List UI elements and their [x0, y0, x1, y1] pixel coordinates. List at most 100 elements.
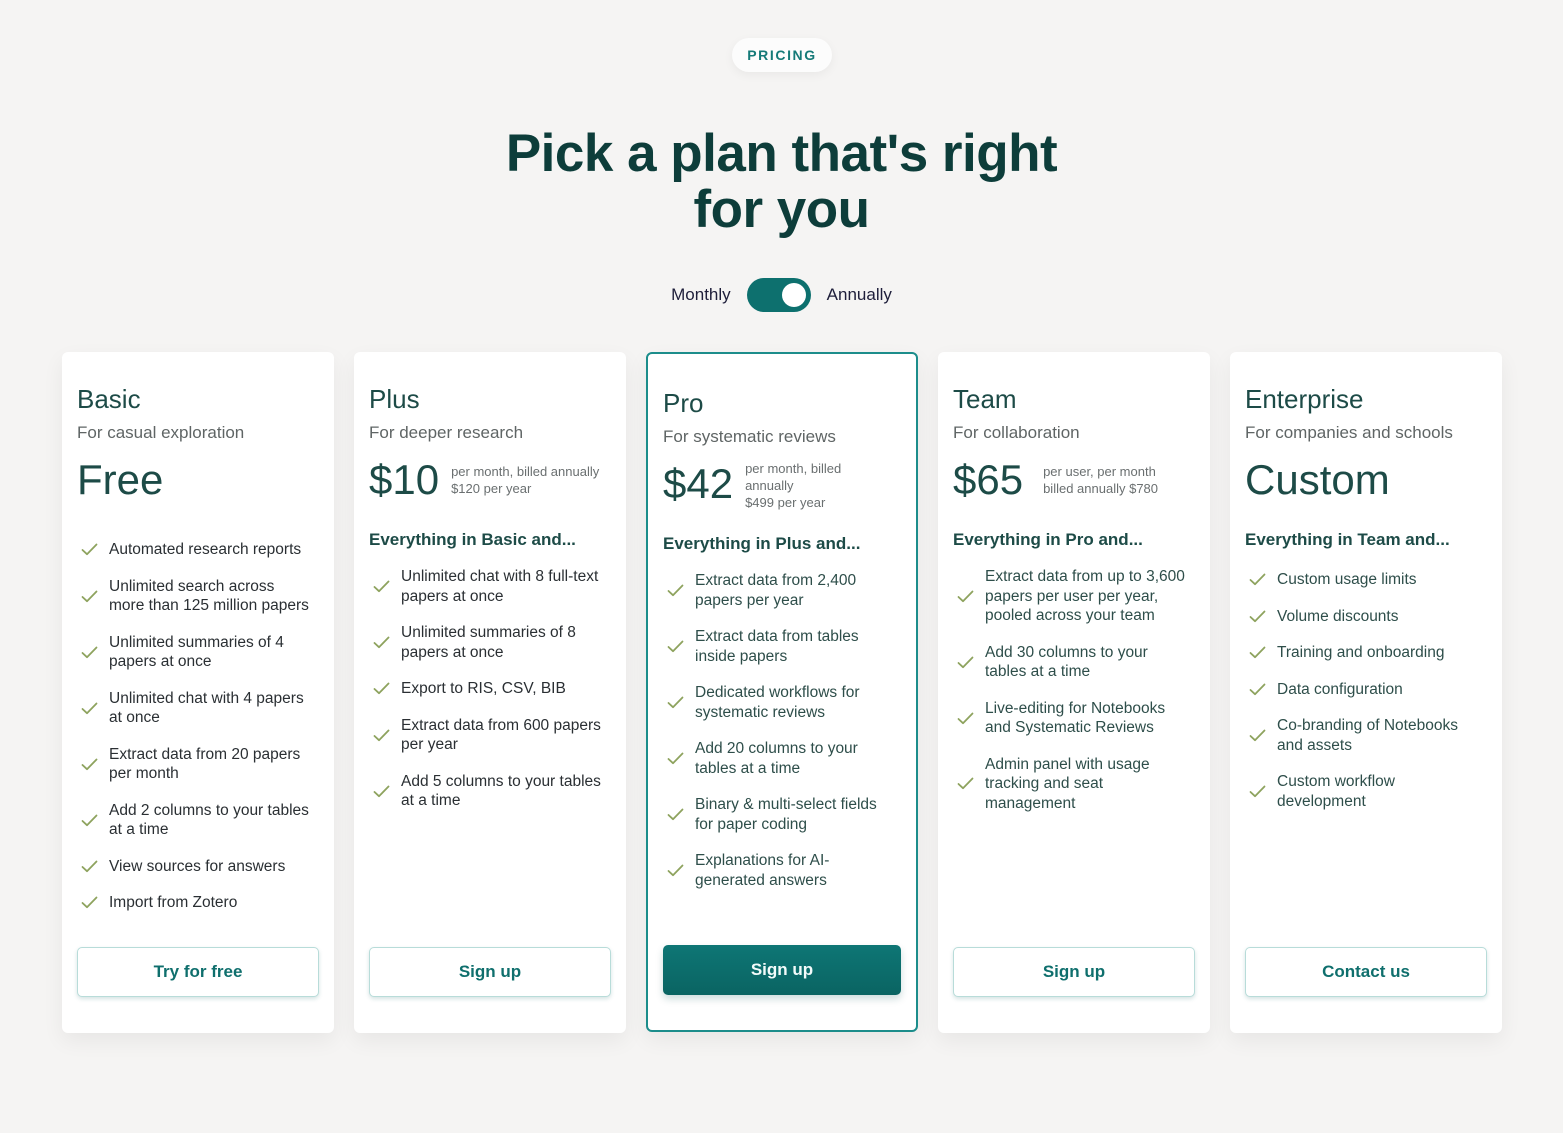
- plan-card-team: Team For collaboration $65 per user, per…: [938, 352, 1210, 1033]
- check-icon: [369, 636, 401, 649]
- feature-text: Binary & multi-select fields for paper c…: [695, 796, 877, 833]
- plan-name: Plus: [369, 384, 420, 414]
- feature-text: Training and onboarding: [1277, 644, 1445, 661]
- check-icon: [1245, 785, 1277, 798]
- everything-in-label: Everything in Pro and...: [953, 530, 1143, 549]
- check-icon: [77, 814, 109, 827]
- plan-card-pro: Pro For systematic reviews $42 per month…: [646, 352, 918, 1032]
- feature-item: Custom usage limits: [1245, 570, 1487, 590]
- feature-item: Custom workflow development: [1245, 772, 1487, 811]
- plan-price: Custom: [1245, 456, 1390, 503]
- check-icon: [663, 808, 695, 821]
- sign-up-button[interactable]: Sign up: [369, 947, 611, 997]
- page-title: Pick a plan that's right for you: [0, 126, 1563, 238]
- check-icon: [369, 785, 401, 798]
- price-note-line: per month, billed: [745, 461, 842, 476]
- check-icon: [953, 590, 985, 603]
- feature-item: Extract data from 20 papers per month: [77, 745, 319, 784]
- check-icon: [663, 752, 695, 765]
- feature-text: Co-branding of Notebooks and assets: [1277, 717, 1458, 754]
- check-icon: [663, 640, 695, 653]
- feature-text: Add 5 columns to your tables at a time: [401, 772, 601, 810]
- check-icon: [663, 584, 695, 597]
- feature-item: Export to RIS, CSV, BIB: [369, 679, 611, 699]
- feature-text: Automated research reports: [109, 541, 302, 558]
- feature-item: Add 2 columns to your tables at a time: [77, 801, 319, 840]
- feature-item: Extract data from tables inside papers: [663, 627, 901, 666]
- price-note-line: $499 per year: [745, 495, 826, 510]
- feature-text: Add 20 columns to your tables at a time: [695, 740, 858, 777]
- plan-price: $65: [953, 456, 1024, 503]
- everything-in-label: Everything in Plus and...: [663, 534, 861, 553]
- check-icon: [77, 860, 109, 873]
- feature-text: Explanations for AI-generated answers: [695, 852, 830, 889]
- check-icon: [369, 580, 401, 593]
- feature-item: Data configuration: [1245, 680, 1487, 700]
- check-icon: [369, 729, 401, 742]
- feature-item: Unlimited summaries of 4 papers at once: [77, 633, 319, 672]
- feature-text: Custom usage limits: [1277, 571, 1417, 588]
- feature-item: Unlimited summaries of 8 papers at once: [369, 623, 611, 662]
- feature-text: Extract data from 600 papers per year: [401, 716, 601, 754]
- check-icon: [1245, 683, 1277, 696]
- price-note-line: $120 per year: [451, 481, 532, 496]
- feature-item: Explanations for AI-generated answers: [663, 851, 901, 890]
- feature-text: Unlimited chat with 8 full-text papers a…: [401, 568, 599, 605]
- billing-period-toggle[interactable]: [746, 278, 811, 312]
- plan-subtitle: For companies and schools: [1245, 423, 1453, 442]
- check-icon: [77, 702, 109, 715]
- check-icon: [77, 590, 109, 603]
- feature-item: Add 5 columns to your tables at a time: [369, 772, 611, 811]
- feature-text: Custom workflow development: [1277, 773, 1395, 810]
- sign-up-button-primary[interactable]: Sign up: [663, 945, 901, 995]
- check-icon: [369, 682, 401, 695]
- feature-item: Unlimited chat with 8 full-text papers a…: [369, 567, 611, 606]
- feature-list: Unlimited chat with 8 full-text papers a…: [369, 567, 611, 828]
- feature-text: Dedicated workflows for systematic revie…: [695, 684, 860, 721]
- pricing-badge: PRICING: [732, 38, 832, 72]
- feature-item: Unlimited chat with 4 papers at once: [77, 689, 319, 728]
- feature-item: Automated research reports: [77, 540, 319, 560]
- price-row: $42 per month, billed annually $499 per …: [663, 460, 841, 511]
- monthly-label[interactable]: Monthly: [671, 285, 731, 305]
- plan-name: Basic: [77, 384, 141, 414]
- feature-text: Import from Zotero: [109, 894, 238, 911]
- feature-text: Data configuration: [1277, 680, 1403, 698]
- check-icon: [1245, 610, 1277, 623]
- feature-text: Unlimited summaries of 4 papers at once: [109, 633, 284, 671]
- feature-text: Extract data from up to 3,600 papers per…: [985, 568, 1185, 624]
- feature-text: Live-editing for Notebooks and Systemati…: [985, 699, 1166, 737]
- price-row: $10 per month, billed annually $120 per …: [369, 456, 599, 504]
- price-note-line: billed annually $780: [1043, 481, 1159, 496]
- check-icon: [1245, 646, 1277, 659]
- check-icon: [663, 864, 695, 877]
- price-row: Free: [77, 456, 163, 504]
- check-icon: [77, 758, 109, 771]
- feature-text: View sources for answers: [109, 857, 286, 875]
- feature-item: Extract data from 2,400 papers per year: [663, 571, 901, 610]
- check-icon: [1245, 729, 1277, 742]
- check-icon: [77, 896, 109, 909]
- feature-item: Add 30 columns to your tables at a time: [953, 643, 1195, 682]
- plan-card-plus: Plus For deeper research $10 per month, …: [354, 352, 626, 1033]
- feature-item: Unlimited search across more than 125 mi…: [77, 577, 319, 616]
- plan-price: Free: [77, 456, 164, 503]
- check-icon: [77, 543, 109, 556]
- contact-us-button[interactable]: Contact us: [1245, 947, 1487, 997]
- feature-item: Extract data from 600 papers per year: [369, 716, 611, 755]
- price-row: $65 per user, per month billed annually …: [953, 456, 1158, 504]
- check-icon: [953, 656, 985, 669]
- plan-price: $10: [369, 456, 440, 503]
- feature-text: Extract data from 2,400 papers per year: [695, 572, 857, 609]
- plan-subtitle: For collaboration: [953, 423, 1080, 442]
- feature-list: Automated research reports Unlimited sear…: [77, 540, 319, 930]
- price-row: Custom: [1245, 456, 1390, 504]
- price-note: per month, billed annually $499 per year: [745, 460, 841, 511]
- sign-up-button[interactable]: Sign up: [953, 947, 1195, 997]
- plan-price: $42: [663, 460, 734, 507]
- price-note: per user, per month billed annually $780: [1043, 463, 1158, 497]
- annually-label[interactable]: Annually: [827, 285, 892, 305]
- pricing-page: PRICING Pick a plan that's right for you…: [0, 0, 1563, 1133]
- try-for-free-button[interactable]: Try for free: [77, 947, 319, 997]
- feature-item: Admin panel with usage tracking and seat…: [953, 755, 1195, 814]
